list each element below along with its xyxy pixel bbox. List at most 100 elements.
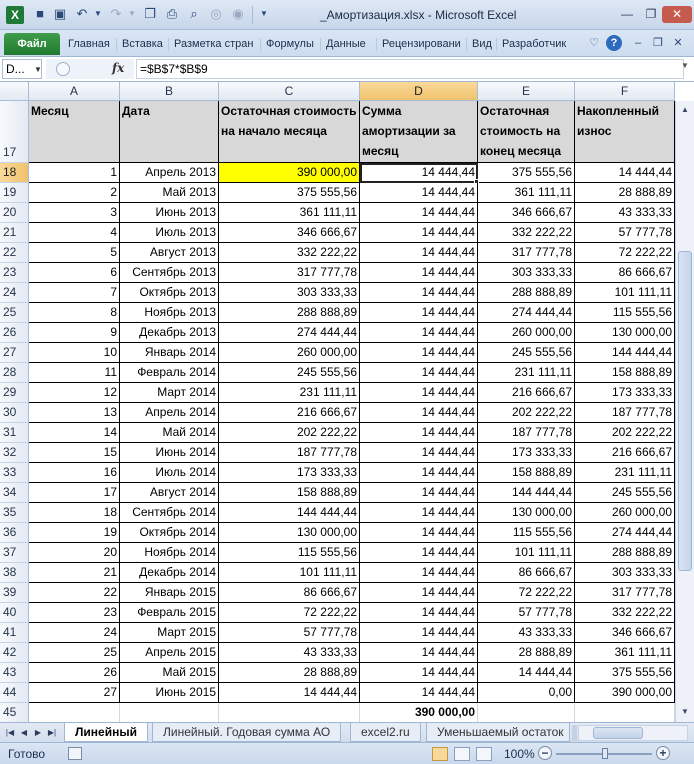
table-cell[interactable]: Октябрь 2013 [120,283,219,303]
row-header[interactable]: 40 [0,603,29,623]
row-header[interactable]: 19 [0,183,29,203]
table-cell[interactable]: 274 444,44 [219,323,360,343]
sheet-tab-linear-annual[interactable]: Линейный. Годовая сумма АО [152,723,342,742]
table-cell[interactable]: 28 888,89 [478,643,575,663]
table-cell[interactable]: 390 000,00 [575,683,675,703]
table-cell[interactable]: 317 777,78 [575,583,675,603]
table-cell[interactable]: Апрель 2013 [120,163,219,183]
redo-dropdown-icon[interactable]: ▼ [124,6,140,22]
table-cell[interactable]: 43 333,33 [219,643,360,663]
table-cell[interactable]: Май 2013 [120,183,219,203]
table-cell[interactable]: 115 555,56 [575,303,675,323]
table-cell[interactable]: 21 [29,563,120,583]
tab-insert[interactable]: Вставка [122,38,163,50]
table-cell[interactable]: 25 [29,643,120,663]
undo-dropdown-icon[interactable]: ▼ [90,6,106,22]
table-cell[interactable]: 14 444,44 [360,343,478,363]
table-cell[interactable]: 303 333,33 [219,283,360,303]
table-cell[interactable]: 361 111,11 [478,183,575,203]
zoom-slider-thumb[interactable] [602,748,608,759]
tab-page-layout[interactable]: Разметка стран [174,38,253,50]
row-header[interactable]: 29 [0,383,29,403]
table-cell[interactable]: 14 444,44 [360,663,478,683]
table-cell[interactable]: 288 888,89 [478,283,575,303]
vertical-scroll-thumb[interactable] [678,251,692,571]
row-header[interactable]: 31 [0,423,29,443]
help-icon[interactable]: ? [606,35,622,51]
print-icon[interactable]: ⎙ [164,6,180,22]
table-cell[interactable]: 144 444,44 [219,503,360,523]
horizontal-scrollbar[interactable] [578,725,688,741]
table-cell[interactable]: 130 000,00 [219,523,360,543]
column-title-f[interactable]: Накопленный износ [575,101,675,163]
table-cell[interactable]: 115 555,56 [478,523,575,543]
table-cell[interactable]: 216 666,67 [575,443,675,463]
macro-record-icon[interactable] [68,747,82,760]
table-cell[interactable]: Апрель 2014 [120,403,219,423]
formula-input[interactable]: =$B$7*$B$9 [136,59,684,79]
table-cell[interactable]: 1 [29,163,120,183]
table-cell[interactable]: 260 000,00 [575,503,675,523]
table-cell[interactable]: 187 777,78 [478,423,575,443]
table-cell[interactable]: 72 222,22 [478,583,575,603]
table-cell[interactable]: 245 555,56 [478,343,575,363]
table-cell[interactable]: 101 111,11 [219,563,360,583]
row-header[interactable]: 45 [0,703,29,722]
column-header-f[interactable]: F [575,82,675,101]
table-cell[interactable]: 346 666,67 [219,223,360,243]
tab-home[interactable]: Главная [68,38,110,50]
table-cell[interactable]: 72 222,22 [575,243,675,263]
table-cell[interactable]: 18 [29,503,120,523]
tab-review[interactable]: Рецензировани [382,38,461,50]
column-header-d[interactable]: D [360,82,478,101]
table-cell[interactable]: 187 777,78 [219,443,360,463]
row-header[interactable]: 38 [0,563,29,583]
table-cell[interactable]: Октябрь 2014 [120,523,219,543]
table-cell[interactable]: 390 000,00 [219,163,360,183]
table-cell[interactable]: 361 111,11 [575,643,675,663]
row-header[interactable]: 25 [0,303,29,323]
table-cell[interactable]: 375 555,56 [478,163,575,183]
empty-cell[interactable] [575,703,675,722]
table-cell[interactable]: Ноябрь 2013 [120,303,219,323]
camera-icon[interactable]: ◎ [208,6,224,22]
table-cell[interactable]: 57 777,78 [478,603,575,623]
table-cell[interactable]: 346 666,67 [575,623,675,643]
table-cell[interactable]: 26 [29,663,120,683]
scroll-up-icon[interactable]: ▲ [678,103,692,117]
table-cell[interactable]: 303 333,33 [575,563,675,583]
table-cell[interactable]: Март 2015 [120,623,219,643]
row-header[interactable]: 21 [0,223,29,243]
table-cell[interactable]: Апрель 2015 [120,643,219,663]
table-cell[interactable]: 14 444,44 [360,243,478,263]
table-cell[interactable]: 202 222,22 [478,403,575,423]
table-cell[interactable]: 24 [29,623,120,643]
tab-split-handle[interactable] [572,725,577,741]
table-cell[interactable]: 13 [29,403,120,423]
column-header-e[interactable]: E [478,82,575,101]
undo-icon[interactable]: ↶ [74,6,90,22]
table-cell[interactable]: 158 888,89 [219,483,360,503]
table-cell[interactable]: 17 [29,483,120,503]
doc-restore-icon[interactable]: ❐ [650,35,666,51]
row-header[interactable]: 33 [0,463,29,483]
close-icon[interactable]: ✕ [662,6,692,23]
table-cell[interactable]: 14 444,44 [360,503,478,523]
table-cell[interactable]: 4 [29,223,120,243]
page-break-view-icon[interactable] [476,747,492,761]
customize-qat-icon[interactable]: ▼ [256,6,272,22]
table-cell[interactable]: 260 000,00 [219,343,360,363]
doc-minimize-icon[interactable]: – [630,35,646,51]
copy-icon[interactable]: ❐ [142,6,158,22]
vertical-scrollbar[interactable]: ▲ ▼ [675,101,694,722]
table-cell[interactable]: 14 444,44 [360,423,478,443]
table-cell[interactable]: 274 444,44 [478,303,575,323]
table-cell[interactable]: 11 [29,363,120,383]
normal-view-icon[interactable] [432,747,448,761]
zoom-out-icon[interactable]: − [538,746,552,760]
table-cell[interactable]: 14 444,44 [219,683,360,703]
maximize-icon[interactable]: ❐ [640,6,662,23]
table-cell[interactable]: 14 444,44 [360,523,478,543]
row-header[interactable]: 36 [0,523,29,543]
total-amortization-cell[interactable]: 390 000,00 [360,703,478,722]
